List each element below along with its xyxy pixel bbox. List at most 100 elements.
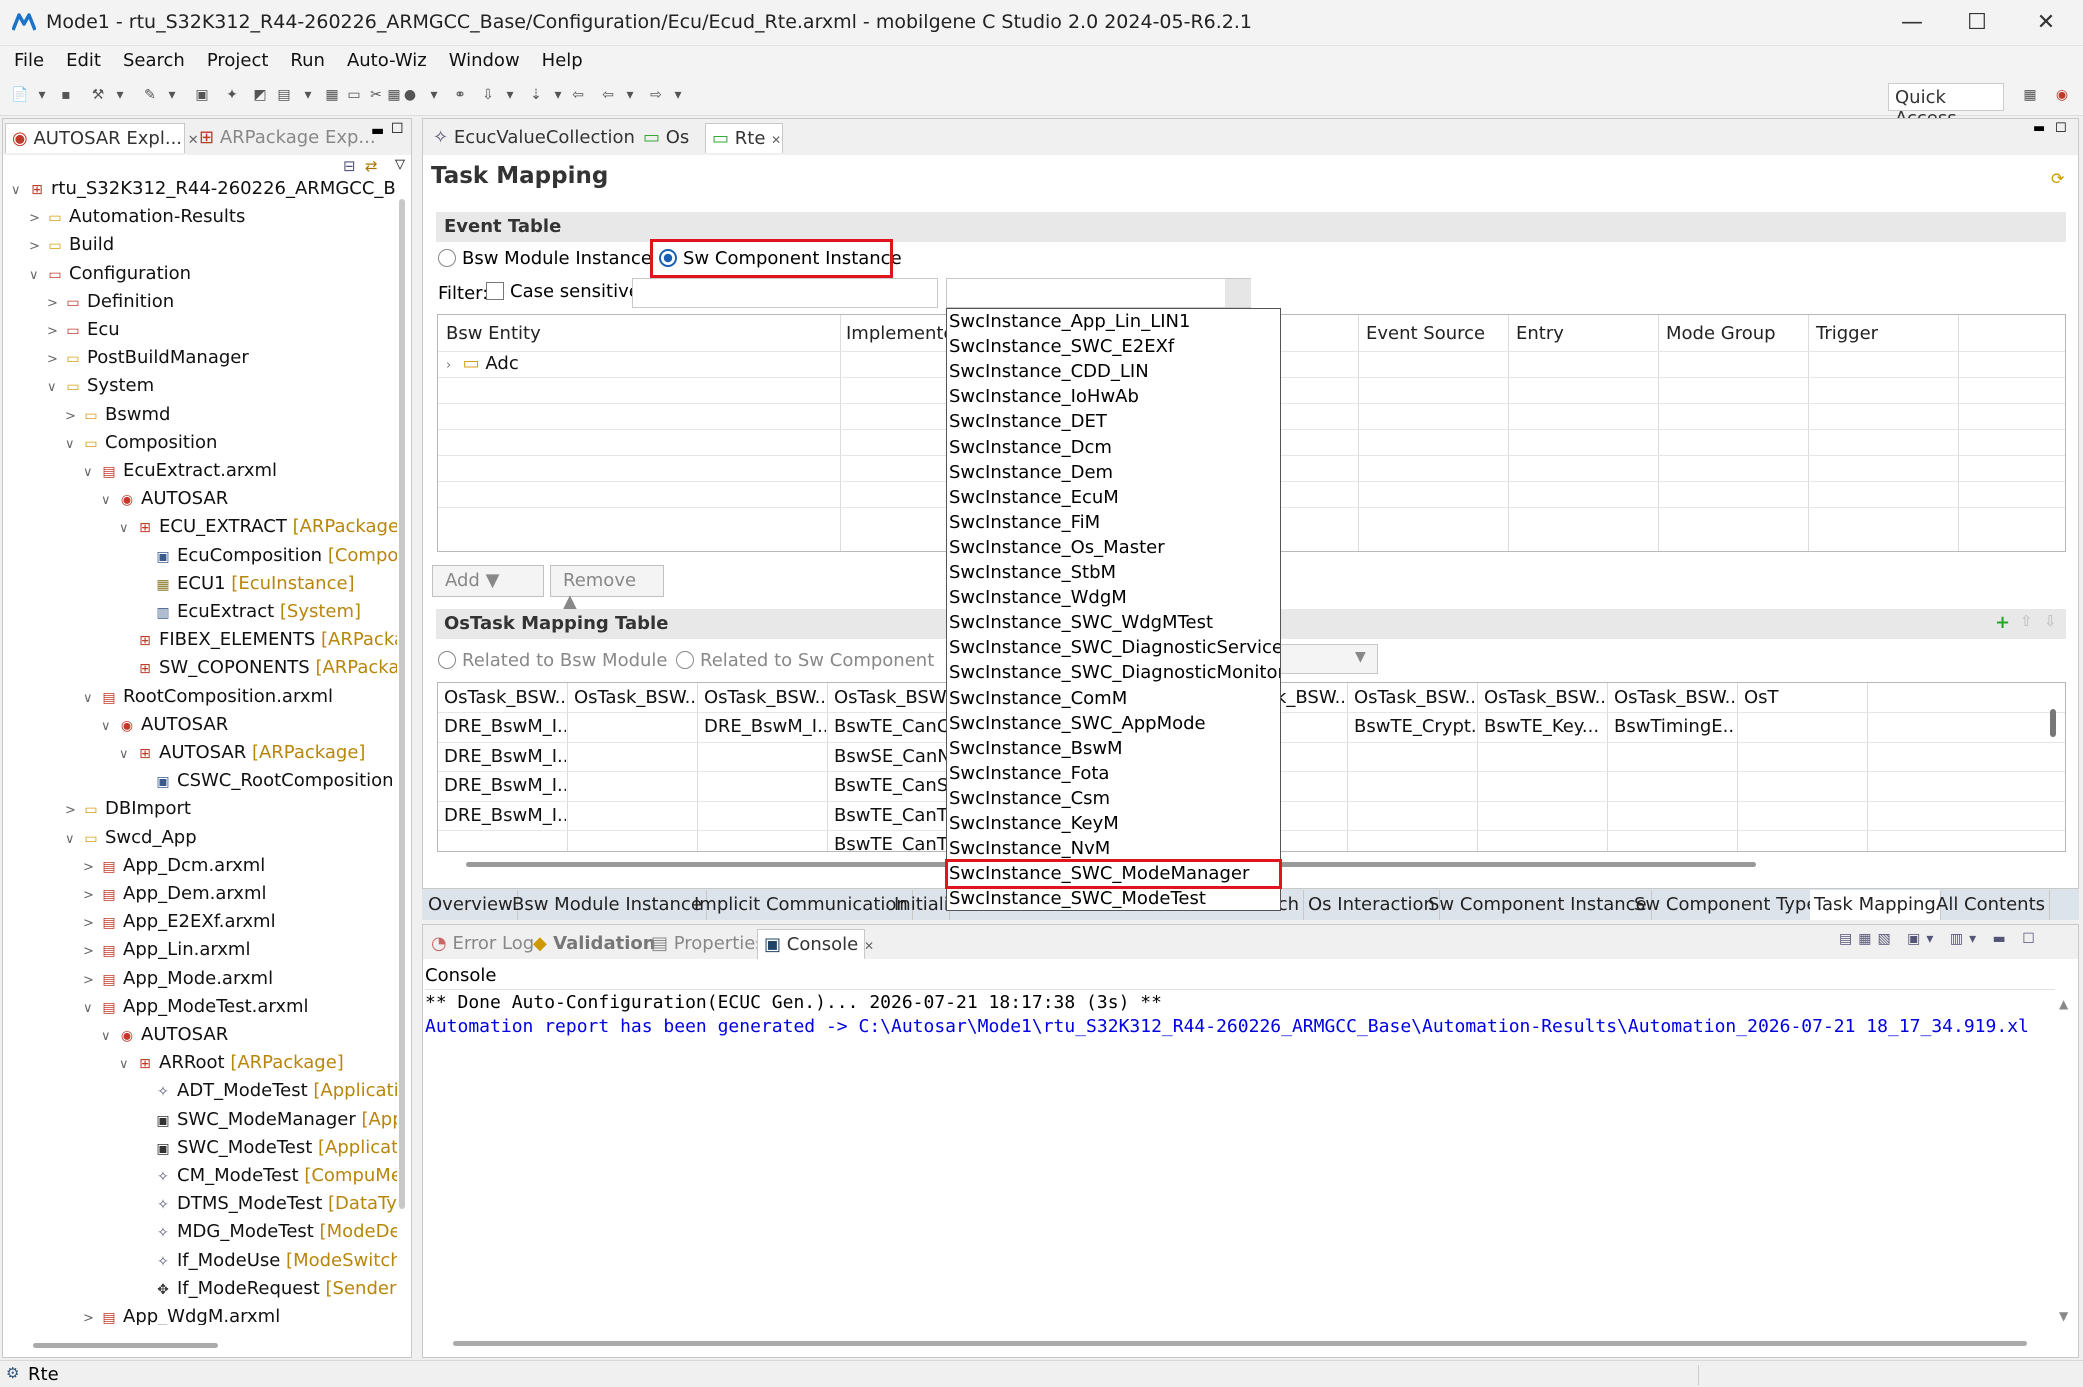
tab-overview[interactable]: Overview	[424, 890, 518, 920]
pen-icon[interactable]: ✎	[140, 86, 160, 104]
column-header-trigger[interactable]: Trigger	[1816, 323, 1878, 344]
move-down-icon[interactable]: ⇩	[2044, 612, 2057, 630]
dropdown-option[interactable]: SwcInstance_NvM	[949, 836, 1110, 861]
chevron-right-icon[interactable]: >	[65, 403, 81, 431]
dropdown-option[interactable]: SwcInstance_App_Lin_LIN1	[949, 309, 1190, 334]
chevron-right-icon[interactable]: >	[83, 938, 99, 966]
tree-item[interactable]: ✧ DTMS_ModeTest [DataTypeMappingSet]	[137, 1190, 397, 1218]
tree-item[interactable]: ✧ If_ModeUse [ModeSwitchInterface]	[137, 1247, 397, 1275]
star-icon[interactable]: ✦	[222, 86, 242, 104]
menu-window[interactable]: Window	[449, 46, 520, 71]
console-output[interactable]: ** Done Auto-Configuration(ECUC Gen.)...…	[425, 989, 2055, 1329]
tree-item[interactable]: ✧ MDG_ModeTest [ModeDeclarationGroup]	[137, 1218, 397, 1246]
ostask-cell[interactable]: BswTE_CanT...	[834, 834, 956, 851]
menu-project[interactable]: Project	[207, 46, 269, 71]
tab-os[interactable]: ▭ Os	[637, 123, 695, 153]
console-link-line[interactable]: Automation report has been generated -> …	[425, 1016, 2029, 1037]
tree-item[interactable]: ∨ ⊞ ECU_EXTRACT [ARPackage]	[119, 513, 397, 541]
tab-autosar-explorer[interactable]: ◉ AUTOSAR Expl... ✕	[5, 123, 199, 153]
tree-item[interactable]: > ▤ App_Dcm.arxml	[83, 852, 265, 880]
dropdown-option[interactable]: SwcInstance_FiM	[949, 510, 1100, 535]
dropdown-icon[interactable]: ▾	[162, 86, 182, 104]
expand-arrow-icon[interactable]: ›	[446, 358, 451, 373]
tree-item[interactable]: ∨ ⊞ rtu_S32K312_R44-260226_ARMGCC_Base	[11, 175, 397, 203]
ostask-cell[interactable]: DRE_BswM_I...	[444, 716, 566, 737]
tree-item[interactable]: ⊞ SW_COPONENTS [ARPackage]	[119, 654, 397, 682]
maximize-button[interactable]: ☐	[1947, 6, 2007, 40]
ostask-filter-combo[interactable]: ▼	[1270, 644, 1378, 674]
chevron-right-icon[interactable]: >	[83, 882, 99, 910]
scroll-down-icon[interactable]: ▼	[2059, 1309, 2068, 1323]
chevron-right-icon[interactable]: >	[29, 205, 45, 233]
ostask-column-header[interactable]: OsTask_BSW...	[1354, 687, 1476, 708]
chevron-right-icon[interactable]: >	[47, 318, 63, 346]
perspective-icon[interactable]: ▦	[2020, 86, 2040, 104]
minimize-view-icon[interactable]: ▬	[371, 123, 384, 139]
ostask-cell[interactable]: DRE_BswM_I...	[704, 716, 826, 737]
tree-item[interactable]: ∨ ◉ AUTOSAR	[101, 711, 228, 739]
tree-item[interactable]: > ▭ Build	[29, 231, 114, 259]
chevron-down-icon[interactable]: ∨	[83, 995, 99, 1023]
link-icon[interactable]: ⚭	[450, 86, 470, 104]
ostask-column-header[interactable]: OsTask_BSW...	[1614, 687, 1736, 708]
tree-item[interactable]: ∨ ▭ Swcd_App	[65, 824, 197, 852]
dropdown-icon[interactable]: ▾	[110, 86, 130, 104]
chevron-down-icon[interactable]: ∨	[11, 177, 27, 205]
link-editor-icon[interactable]: ⇄	[365, 157, 378, 175]
cut-icon[interactable]: ✂	[366, 86, 386, 104]
minimize-editor-icon[interactable]: ▬	[2033, 121, 2045, 136]
tree-item[interactable]: > ▤ App_WdgM.arxml	[83, 1303, 280, 1325]
tree-item[interactable]: ✧ ADT_ModeTest [ApplicationDataType]	[137, 1077, 397, 1105]
menu-edit[interactable]: Edit	[66, 46, 101, 71]
ostask-vertical-scrollbar[interactable]	[2050, 709, 2056, 737]
doc-icon[interactable]: ▦	[322, 86, 342, 104]
ostask-cell[interactable]: BswTE_Key...	[1484, 716, 1606, 737]
tree-item[interactable]: ⊞ FIBEX_ELEMENTS [ARPackage]	[119, 626, 397, 654]
tab-validation[interactable]: ◆ Validation	[527, 929, 662, 959]
ostask-cell[interactable]: BswTE_CanT...	[834, 805, 956, 826]
tree-item[interactable]: > ▭ Definition	[47, 288, 174, 316]
tree-item[interactable]: > ▤ App_Dem.arxml	[83, 880, 267, 908]
dropdown-option[interactable]: SwcInstance_EcuM	[949, 485, 1119, 510]
dropdown-option[interactable]: SwcInstance_SWC_ModeTest	[949, 886, 1206, 910]
tab-implicit-communication[interactable]: Implicit Communication	[690, 890, 913, 920]
tree-item[interactable]: ∨ ◉ AUTOSAR	[101, 1021, 228, 1049]
tree-item[interactable]: > ▭ Automation-Results	[29, 203, 245, 231]
tree-item[interactable]: ▥ EcuExtract [System]	[137, 598, 361, 626]
dropdown-option[interactable]: SwcInstance_SWC_DiagnosticService	[949, 635, 1280, 660]
console-toolbar-icons[interactable]: ▤▦▧ ▣▾ ▥▾ ▬ ☐	[1839, 931, 2041, 947]
tab-initialization-behavior[interactable]: Initialization Behavior	[890, 890, 950, 920]
ostask-cell[interactable]: BswSE_CanN...	[834, 746, 956, 767]
dropdown-option[interactable]: SwcInstance_BswM	[949, 736, 1123, 761]
menu-file[interactable]: File	[14, 46, 44, 71]
ostask-column-header[interactable]: OsTask_BSW...	[834, 687, 956, 708]
column-header-entry[interactable]: Entry	[1516, 323, 1564, 344]
minimize-button[interactable]: —	[1882, 6, 1942, 40]
tree-item[interactable]: ∨ ⊞ ARRoot [ARPackage]	[119, 1049, 344, 1077]
tab-properties[interactable]: ▤ Properties	[645, 929, 771, 959]
chevron-right-icon[interactable]: >	[47, 290, 63, 318]
tree-item[interactable]: ∨ ▤ RootComposition.arxml	[83, 683, 333, 711]
build-icon[interactable]: ⚒	[88, 86, 108, 104]
tree-item[interactable]: ∨ ⊞ AUTOSAR [ARPackage]	[119, 739, 365, 767]
chevron-right-icon[interactable]: >	[47, 346, 63, 374]
add-row-icon[interactable]: +	[1995, 612, 2010, 633]
ostask-cell[interactable]: DRE_BswM_I...	[444, 775, 566, 796]
radio-related-swc[interactable]: Related to Sw Component	[676, 650, 934, 671]
console-horizontal-scrollbar[interactable]	[453, 1341, 2027, 1346]
tab-ecucvaluecollection[interactable]: ✧ EcucValueCollection	[427, 123, 641, 153]
tree-item[interactable]: > ▭ Bswmd	[65, 401, 170, 429]
menu-auto-wiz[interactable]: Auto-Wiz	[347, 46, 427, 71]
chevron-down-icon[interactable]: ∨	[101, 487, 117, 515]
dropdown-option[interactable]: SwcInstance_DET	[949, 409, 1107, 434]
dropdown-option[interactable]: SwcInstance_Dem	[949, 460, 1113, 485]
dropdown-icon[interactable]: ▾	[500, 86, 520, 104]
tree-item[interactable]: > ▤ App_Lin.arxml	[83, 936, 250, 964]
tree-item[interactable]: > ▤ App_Mode.arxml	[83, 965, 273, 993]
chevron-down-icon[interactable]: ∨	[101, 713, 117, 741]
save-icon[interactable]: ▪	[56, 86, 76, 104]
chevron-right-icon[interactable]: >	[65, 797, 81, 825]
maximize-view-icon[interactable]: ☐	[391, 121, 404, 137]
chevron-right-icon[interactable]: >	[83, 1305, 99, 1325]
dropdown-icon[interactable]: ▾	[32, 86, 52, 104]
